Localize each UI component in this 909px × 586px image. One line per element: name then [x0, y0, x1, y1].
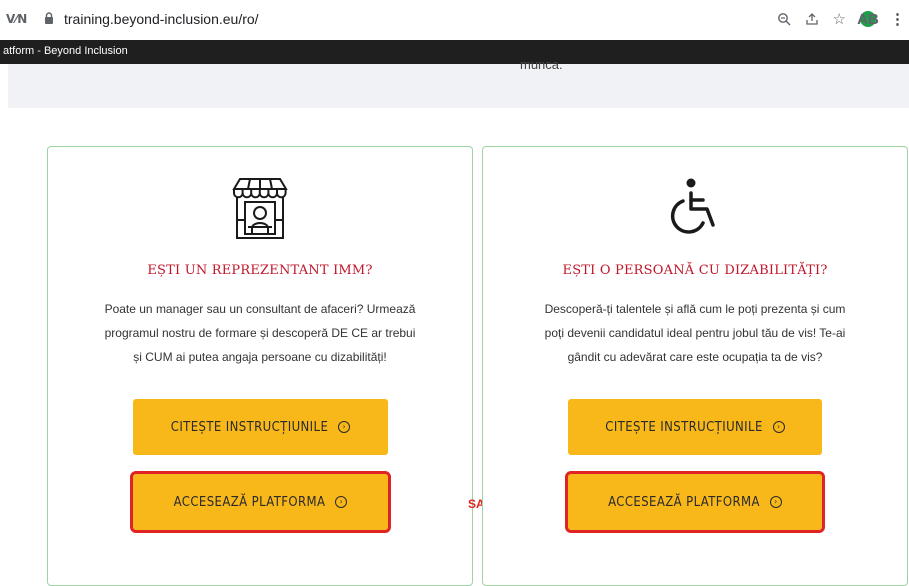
- chevron-right-circle-icon: ›: [338, 421, 351, 433]
- access-platform-button[interactable]: ACCESEAZĂ PLATFORMA ›: [130, 471, 391, 533]
- page-title-bar: atform - Beyond Inclusion: [0, 40, 909, 64]
- card-person-with-disabilities: EȘTI O PERSOANĂ CU DIZABILITĂȚI? Descope…: [482, 146, 908, 586]
- read-instructions-button[interactable]: CITEȘTE INSTRUCȚIUNILE ›: [133, 399, 388, 455]
- lock-icon[interactable]: [44, 12, 54, 24]
- page-title: atform - Beyond Inclusion: [3, 45, 128, 57]
- url-field[interactable]: training.beyond-inclusion.eu/ro/: [64, 11, 259, 27]
- access-platform-button[interactable]: ACCESEAZĂ PLATFORMA ›: [565, 471, 825, 533]
- browser-address-bar: V⁄N training.beyond-inclusion.eu/ro/ ☆ A…: [0, 0, 909, 40]
- previous-section: munca.: [8, 57, 909, 108]
- bookmark-star-icon[interactable]: ☆: [833, 10, 846, 28]
- card-heading: EȘTI O PERSOANĂ CU DIZABILITĂȚI?: [562, 263, 828, 278]
- toolbar-icons: ☆ AB ⋮: [777, 9, 909, 29]
- card-description: Descoperă-ți talentele și află cum le po…: [544, 302, 846, 364]
- more-menu-icon[interactable]: ⋮: [890, 10, 905, 28]
- read-instructions-button[interactable]: CITEȘTE INSTRUCȚIUNILE ›: [568, 399, 822, 455]
- share-icon[interactable]: [805, 12, 819, 26]
- chevron-right-circle-icon: ›: [769, 496, 782, 508]
- wheelchair-icon: [670, 178, 715, 234]
- chevron-right-circle-icon: ›: [335, 496, 348, 508]
- card-sme-representative: EȘTI UN REPREZENTANT IMM? Poate un manag…: [47, 146, 473, 586]
- zoom-icon[interactable]: [777, 12, 791, 26]
- chevron-right-circle-icon: ›: [772, 421, 785, 433]
- card-heading: EȘTI UN REPREZENTANT IMM?: [147, 263, 373, 278]
- vpn-icon[interactable]: V⁄N: [6, 12, 27, 26]
- shop-vendor-icon: [232, 178, 288, 239]
- adblock-extension-icon[interactable]: AB: [857, 11, 879, 28]
- card-description: Poate un manager sau un consultant de af…: [104, 302, 416, 364]
- cut-off-text: munca.: [520, 57, 563, 72]
